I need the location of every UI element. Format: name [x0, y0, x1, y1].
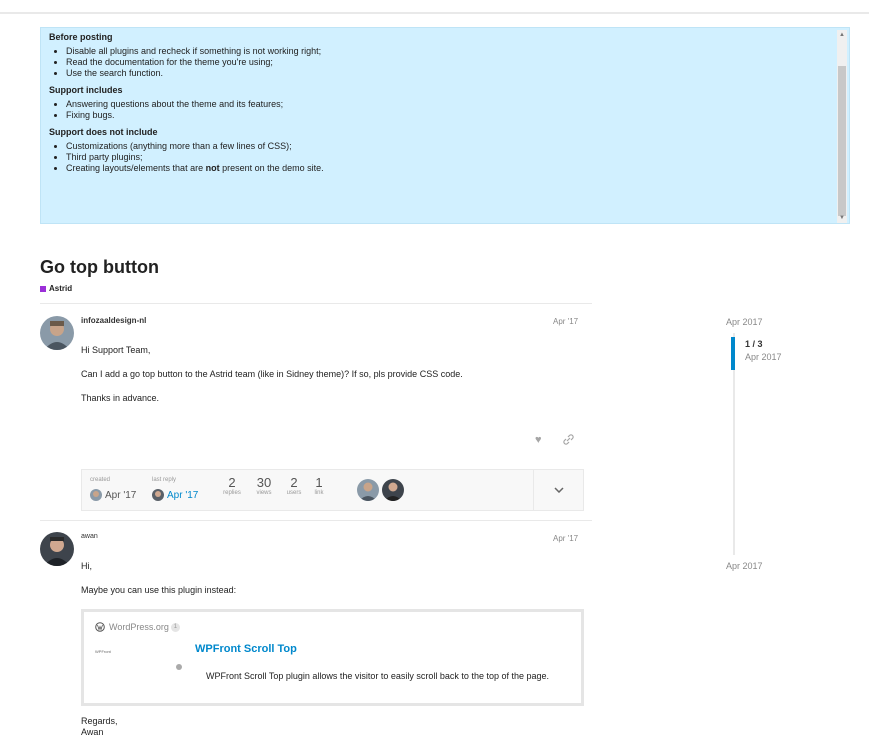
stat-label: replies [223, 490, 241, 496]
notice-heading: Support does not include [49, 127, 158, 137]
notice-text: Creating layouts/elements that are [66, 163, 206, 173]
notice-item: Use the search function. [66, 68, 829, 79]
support-notice: Before posting Disable all plugins and r… [40, 27, 850, 224]
topic-title[interactable]: Go top button [40, 257, 159, 278]
header-divider [0, 12, 869, 14]
category-label: Astrid [49, 284, 73, 293]
stat-label: link [314, 490, 324, 496]
avatar[interactable] [40, 532, 74, 566]
preview-description: WPFront Scroll Top plugin allows the vis… [206, 671, 550, 681]
heart-icon[interactable]: ♥ [535, 434, 542, 446]
timeline-position: 1 / 3 [745, 339, 763, 349]
created-date-text: Apr '17 [105, 489, 137, 501]
post-username[interactable]: awan [81, 533, 98, 540]
post-divider [40, 303, 592, 304]
post-signoff: Regards, Awan [81, 716, 581, 738]
notice-item: Fixing bugs. [66, 110, 829, 121]
preview-thumbnail: WPFront [95, 649, 111, 654]
post-content: Hi, Maybe you can use this plugin instea… [81, 561, 581, 596]
link-preview: WordPress.org 1 WPFront WPFront Scroll T… [81, 609, 584, 706]
preview-click-count: 1 [170, 622, 180, 632]
last-reply-date-text: Apr '17 [167, 489, 199, 501]
post-date[interactable]: Apr '17 [553, 317, 578, 326]
created-label: created [90, 477, 111, 483]
notice-list: Disable all plugins and recheck if somet… [49, 46, 829, 79]
post-paragraph: Regards, [81, 716, 118, 726]
stat-number: 30 [256, 475, 272, 490]
notice-scrollbar[interactable]: ▲ ▼ [837, 30, 847, 223]
topic-map: created Apr '17 last reply Apr '17 2 rep… [81, 469, 584, 511]
replies-stat: 2 replies [221, 475, 243, 497]
last-reply-date[interactable]: Apr '17 [152, 489, 198, 501]
post-paragraph: Thanks in advance. [81, 393, 160, 403]
notice-heading: Before posting [49, 32, 113, 42]
category-badge[interactable]: Astrid [40, 284, 72, 293]
notice-text: present on the demo site. [219, 163, 324, 173]
post-paragraph: Hi, [81, 561, 92, 571]
stat-label: users [286, 490, 302, 496]
wordpress-icon [95, 622, 105, 632]
notice-emphasis: not [205, 163, 220, 173]
participant-avatar[interactable] [357, 479, 379, 501]
post-content: Hi Support Team, Can I add a go top butt… [81, 345, 581, 404]
timeline-position-date: Apr 2017 [745, 352, 782, 362]
stat-label: views [256, 490, 272, 496]
stat-number: 2 [290, 475, 298, 490]
post-date[interactable]: Apr '17 [553, 534, 578, 543]
notice-item: Creating layouts/elements that are not p… [66, 163, 829, 174]
post-paragraph: Can I add a go top button to the Astrid … [81, 369, 463, 379]
notice-item: Read the documentation for the theme you… [66, 57, 829, 68]
stat-number: 1 [315, 475, 323, 490]
created-date[interactable]: Apr '17 [90, 489, 136, 501]
avatar[interactable] [40, 316, 74, 350]
preview-source[interactable]: WordPress.org 1 [95, 622, 180, 632]
views-stat: 30 views [253, 475, 275, 497]
chevron-down-icon[interactable] [533, 470, 583, 510]
notice-content: Before posting Disable all plugins and r… [49, 32, 829, 180]
notice-heading: Support includes [49, 85, 123, 95]
stat-number: 2 [228, 475, 236, 490]
avatar [90, 489, 102, 501]
timeline-start-date[interactable]: Apr 2017 [726, 317, 763, 327]
users-stat: 2 users [283, 475, 305, 497]
timeline-handle[interactable] [731, 337, 735, 370]
post-username[interactable]: infozaaldesign-nl [81, 316, 146, 325]
post-paragraph: Hi Support Team, [81, 345, 151, 355]
notice-item: Disable all plugins and recheck if somet… [66, 46, 829, 57]
last-reply-label: last reply [152, 477, 177, 483]
notice-item: Third party plugins; [66, 152, 829, 163]
scroll-up-icon[interactable]: ▲ [837, 30, 847, 40]
post-paragraph: Maybe you can use this plugin instead: [81, 585, 237, 595]
timeline-end-date[interactable]: Apr 2017 [726, 561, 763, 571]
notice-item: Answering questions about the theme and … [66, 99, 829, 110]
notice-list: Answering questions about the theme and … [49, 99, 829, 121]
participant-avatar[interactable] [382, 479, 404, 501]
notice-item: Customizations (anything more than a few… [66, 141, 829, 152]
scroll-down-icon[interactable]: ▼ [837, 213, 847, 223]
preview-source-name: WordPress.org [109, 622, 169, 632]
avatar [152, 489, 164, 501]
post-divider [40, 520, 592, 521]
scrollbar-thumb[interactable] [838, 66, 846, 216]
category-color-swatch [40, 285, 46, 292]
link-icon[interactable] [563, 434, 574, 448]
post-paragraph: Awan [81, 727, 104, 737]
links-stat: 1 link [310, 475, 328, 497]
preview-title[interactable]: WPFront Scroll Top [195, 643, 297, 655]
notice-list: Customizations (anything more than a few… [49, 141, 829, 174]
